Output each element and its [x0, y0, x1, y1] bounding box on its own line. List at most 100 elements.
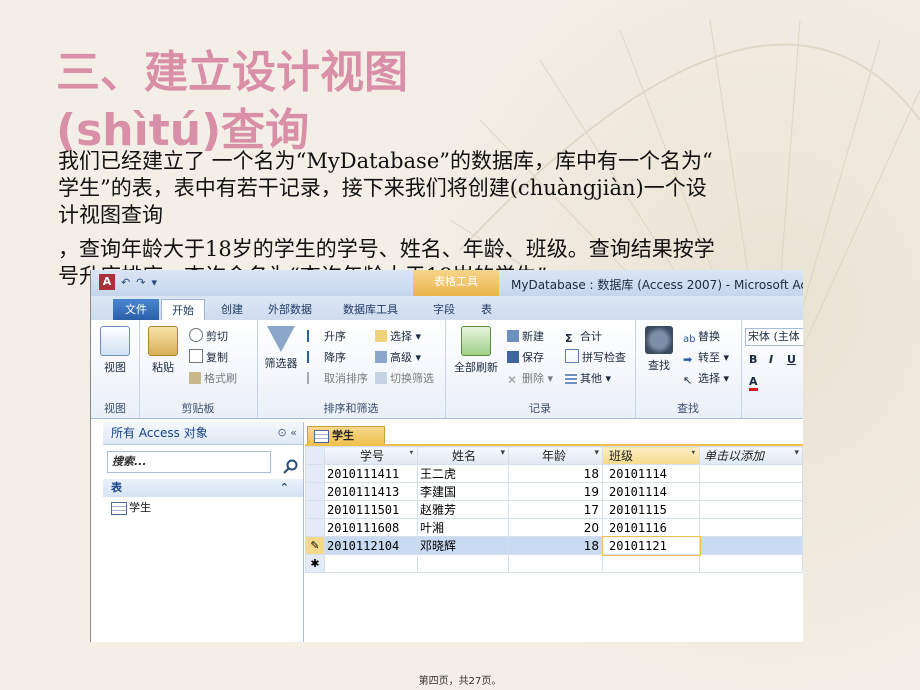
cell-class[interactable]: 20101115: [602, 500, 700, 519]
table-row[interactable]: 2010111413 李建国 19 20101114: [305, 482, 803, 501]
replace-button[interactable]: ab 替换: [683, 328, 720, 346]
cell-id[interactable]: 2010111608: [324, 518, 418, 537]
tab-fields[interactable]: 字段: [423, 299, 465, 320]
totals-button[interactable]: Σ 合计: [565, 328, 602, 345]
select-all-cell[interactable]: [305, 446, 325, 465]
chevron-down-icon[interactable]: ▾: [594, 448, 599, 458]
cell-class[interactable]: 20101116: [602, 518, 700, 537]
table-row[interactable]: 2010111501 赵雅芳 17 20101115: [305, 500, 803, 519]
cell-class[interactable]: 20101114: [602, 482, 700, 501]
save-record-button[interactable]: 保存: [507, 349, 544, 365]
cell-empty[interactable]: [699, 536, 803, 555]
find-button[interactable]: 查找: [639, 326, 679, 373]
nav-pane-header[interactable]: 所有 Access 对象 ⊙ «: [103, 422, 303, 445]
sort-ascending-button[interactable]: 升序: [307, 328, 346, 344]
cell-name[interactable]: 邓晓辉: [417, 536, 509, 555]
document-tab-student[interactable]: 学生: [307, 426, 385, 445]
column-header-class[interactable]: 班级 ▾: [602, 446, 700, 465]
tab-create[interactable]: 创建: [211, 299, 253, 320]
table-row[interactable]: 2010111411 王二虎 18 20101114: [305, 464, 803, 483]
edit-pencil-icon[interactable]: ✎: [305, 536, 325, 555]
cell-name[interactable]: 李建国: [417, 482, 509, 501]
cell-class[interactable]: 20101114: [602, 464, 700, 483]
column-header-name[interactable]: 姓名 ▾: [417, 446, 509, 465]
italic-button[interactable]: I: [769, 353, 773, 366]
row-selector[interactable]: [305, 518, 325, 537]
cell-empty[interactable]: [417, 554, 509, 573]
spelling-button[interactable]: 拼写检查: [565, 349, 626, 365]
chevron-down-icon[interactable]: ▾: [409, 448, 414, 458]
cell-class-editing[interactable]: 20101121: [601, 535, 701, 556]
column-header-age[interactable]: 年龄 ▾: [508, 446, 603, 465]
chevron-down-icon[interactable]: ▾: [500, 448, 505, 458]
font-color-button[interactable]: A: [749, 376, 758, 391]
cell-empty[interactable]: [508, 554, 603, 573]
new-record-button[interactable]: 新建: [507, 328, 544, 344]
bold-button[interactable]: B: [749, 353, 757, 366]
goto-button[interactable]: ➡ 转至 ▾: [683, 349, 729, 366]
select-button[interactable]: ↖ 选择 ▾: [683, 370, 729, 387]
cell-id[interactable]: 2010111411: [324, 464, 418, 483]
paste-button[interactable]: 粘贴: [143, 326, 183, 375]
chevron-up-icon[interactable]: ⌃: [280, 479, 289, 497]
view-button[interactable]: 视图: [95, 326, 135, 375]
cell-empty[interactable]: [699, 500, 803, 519]
redo-icon[interactable]: ↷: [136, 276, 145, 289]
cell-age[interactable]: 19: [508, 482, 603, 501]
nav-group-tables[interactable]: 表 ⌃: [103, 479, 303, 497]
delete-record-button[interactable]: ✕ 删除 ▾: [507, 370, 553, 386]
cell-age[interactable]: 20: [508, 518, 603, 537]
cell-id[interactable]: 2010111501: [324, 500, 418, 519]
cell-empty[interactable]: [602, 554, 700, 573]
cut-button[interactable]: 剪切: [189, 328, 228, 344]
tab-table[interactable]: 表: [471, 299, 502, 320]
cell-age[interactable]: 18: [508, 536, 603, 555]
selection-button[interactable]: 选择 ▾: [375, 328, 421, 344]
row-selector[interactable]: [305, 482, 325, 501]
cell-empty[interactable]: [324, 554, 418, 573]
cell-empty[interactable]: [699, 518, 803, 537]
customize-qat-icon[interactable]: ▾: [151, 276, 157, 289]
cell-empty[interactable]: [699, 464, 803, 483]
underline-button[interactable]: U: [787, 353, 796, 366]
nav-search-input[interactable]: 搜索...: [107, 451, 271, 473]
cell-age[interactable]: 18: [508, 464, 603, 483]
tab-file[interactable]: 文件: [113, 299, 159, 320]
cell-name[interactable]: 赵雅芳: [417, 500, 509, 519]
tab-database-tools[interactable]: 数据库工具: [333, 299, 408, 320]
more-button[interactable]: 其他 ▾: [565, 370, 611, 386]
nav-item-student-table[interactable]: 学生: [103, 497, 303, 519]
cell-name[interactable]: 王二虎: [417, 464, 509, 483]
table-row-active[interactable]: ✎ 2010112104 邓晓辉 18 20101121: [305, 535, 803, 556]
format-painter-button[interactable]: 格式刷: [189, 370, 237, 386]
cell-name[interactable]: 叶湘: [417, 518, 509, 537]
toggle-filter-button[interactable]: 切换筛选: [375, 370, 434, 386]
cell-age[interactable]: 17: [508, 500, 603, 519]
new-record-icon[interactable]: ✱: [305, 554, 325, 573]
search-icon[interactable]: [283, 459, 299, 475]
chevron-down-icon[interactable]: ▾: [691, 448, 696, 458]
remove-sort-button[interactable]: 取消排序: [307, 370, 368, 386]
new-record-row[interactable]: ✱: [305, 554, 803, 573]
font-family-select[interactable]: 宋体 (主体: [745, 328, 803, 346]
copy-button[interactable]: 复制: [189, 349, 228, 365]
nav-pane-toggle-icon[interactable]: ⊙ «: [278, 422, 297, 444]
access-app-icon[interactable]: A: [99, 274, 115, 290]
advanced-filter-button[interactable]: 高级 ▾: [375, 349, 421, 365]
cell-empty[interactable]: [699, 554, 803, 573]
tab-external-data[interactable]: 外部数据: [258, 299, 322, 320]
row-selector[interactable]: [305, 464, 325, 483]
cell-empty[interactable]: [699, 482, 803, 501]
filter-button[interactable]: 筛选器: [261, 326, 301, 371]
undo-icon[interactable]: ↶: [121, 276, 130, 289]
refresh-all-button[interactable]: 全部刷新: [453, 326, 499, 375]
chevron-down-icon[interactable]: ▾: [794, 448, 799, 458]
table-row[interactable]: 2010111608 叶湘 20 20101116: [305, 518, 803, 537]
tab-home[interactable]: 开始: [161, 299, 205, 321]
row-selector[interactable]: [305, 500, 325, 519]
cell-id[interactable]: 2010112104: [324, 536, 418, 555]
column-header-click-to-add[interactable]: 单击以添加 ▾: [699, 446, 803, 465]
cell-id[interactable]: 2010111413: [324, 482, 418, 501]
sort-descending-button[interactable]: 降序: [307, 349, 346, 365]
column-header-id[interactable]: 学号 ▾: [324, 446, 418, 465]
